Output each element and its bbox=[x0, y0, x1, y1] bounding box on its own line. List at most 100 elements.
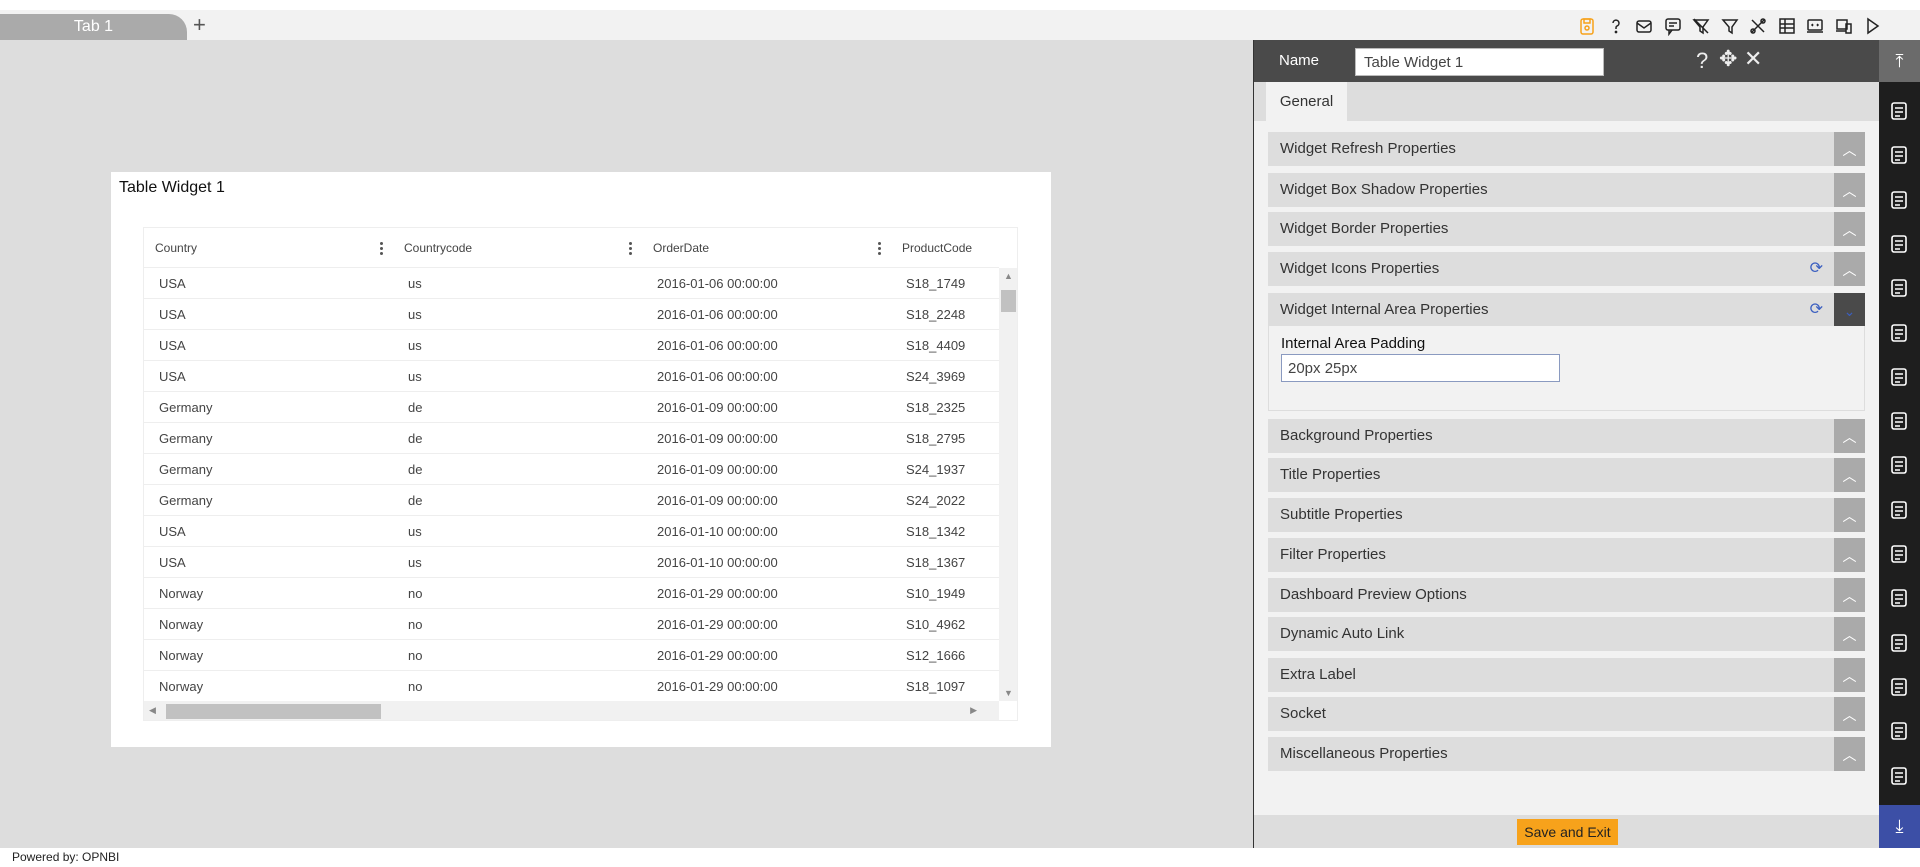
table-row[interactable]: USA us 2016-01-10 00:00:00 S18_1342 bbox=[144, 516, 999, 547]
table-cell: 2016-01-29 00:00:00 bbox=[657, 648, 778, 663]
reset-icon[interactable]: ⟳ bbox=[1810, 293, 1823, 327]
section-background-properties[interactable]: Background Properties ︿ bbox=[1268, 419, 1865, 453]
table-widget-icon[interactable] bbox=[1887, 99, 1911, 123]
section-title-properties[interactable]: Title Properties ︿ bbox=[1268, 458, 1865, 492]
table-row[interactable]: Germany de 2016-01-09 00:00:00 S24_1937 bbox=[144, 454, 999, 485]
column-header[interactable]: OrderDate bbox=[653, 228, 709, 268]
section-dashboard-preview-options[interactable]: Dashboard Preview Options ︿ bbox=[1268, 578, 1865, 612]
section-label: Widget Border Properties bbox=[1280, 220, 1449, 237]
copy-icon[interactable] bbox=[1887, 586, 1911, 610]
braces-icon[interactable] bbox=[1887, 321, 1911, 345]
section-extra-label[interactable]: Extra Label ︿ bbox=[1268, 658, 1865, 692]
table-row[interactable]: Norway no 2016-01-29 00:00:00 S18_1097 bbox=[144, 671, 999, 702]
chevron-up-icon[interactable]: ︿ bbox=[1834, 132, 1865, 166]
table-row[interactable]: USA us 2016-01-06 00:00:00 S18_1749 bbox=[144, 268, 999, 299]
scroll-top-icon[interactable]: ⤒ bbox=[1879, 40, 1920, 82]
table-icon[interactable] bbox=[1774, 14, 1800, 38]
widget-name-input[interactable] bbox=[1355, 48, 1604, 76]
save-doc-icon[interactable] bbox=[1887, 719, 1911, 743]
column-menu-icon[interactable] bbox=[878, 241, 882, 255]
play-icon[interactable] bbox=[1859, 14, 1885, 38]
vertical-scrollbar[interactable]: ▲ ▼ bbox=[999, 268, 1017, 701]
devices-icon[interactable] bbox=[1831, 14, 1857, 38]
close-icon[interactable]: ✕ bbox=[1744, 46, 1762, 72]
tools-icon[interactable] bbox=[1745, 14, 1771, 38]
chevron-up-icon[interactable]: ︿ bbox=[1834, 737, 1865, 771]
move-icon[interactable]: ✥ bbox=[1719, 46, 1737, 72]
clear-filter-icon[interactable] bbox=[1688, 14, 1714, 38]
table-widget[interactable]: Table Widget 1 Country Countrycode OrderDa… bbox=[111, 172, 1051, 747]
reset-icon[interactable]: ⟳ bbox=[1810, 252, 1823, 286]
rx-icon[interactable] bbox=[1887, 675, 1911, 699]
horizontal-scroll-thumb[interactable] bbox=[166, 704, 381, 719]
scroll-right-icon[interactable]: ▶ bbox=[970, 705, 977, 716]
vertical-scroll-thumb[interactable] bbox=[1001, 290, 1016, 312]
section-widget-box-shadow-properties[interactable]: Widget Box Shadow Properties ︿ bbox=[1268, 173, 1865, 207]
chevron-up-icon[interactable]: ︿ bbox=[1834, 252, 1865, 286]
mail-icon[interactable] bbox=[1631, 14, 1657, 38]
column-menu-icon[interactable] bbox=[629, 241, 633, 255]
section-dynamic-auto-link[interactable]: Dynamic Auto Link ︿ bbox=[1268, 617, 1865, 651]
scroll-left-icon[interactable]: ◀ bbox=[149, 705, 156, 716]
chevron-up-icon[interactable]: ︿ bbox=[1834, 658, 1865, 692]
tab-1[interactable]: Tab 1 bbox=[0, 14, 187, 40]
document-icon[interactable] bbox=[1887, 276, 1911, 300]
chevron-up-icon[interactable]: ︿ bbox=[1834, 173, 1865, 207]
section-widget-icons-properties[interactable]: Widget Icons Properties ⟳ ︿ bbox=[1268, 252, 1865, 286]
section-subtitle-properties[interactable]: Subtitle Properties ︿ bbox=[1268, 498, 1865, 532]
column-menu-icon[interactable] bbox=[380, 241, 384, 255]
section-widget-internal-area-properties[interactable]: Widget Internal Area Properties ⟳ ⌄ bbox=[1268, 293, 1865, 327]
help-icon[interactable] bbox=[1603, 14, 1629, 38]
line-chart-icon[interactable] bbox=[1887, 143, 1911, 167]
chevron-up-icon[interactable]: ︿ bbox=[1834, 458, 1865, 492]
comment-icon[interactable] bbox=[1660, 14, 1686, 38]
cubes-icon[interactable] bbox=[1887, 631, 1911, 655]
embed-icon[interactable] bbox=[1802, 14, 1828, 38]
column-header[interactable]: Countrycode bbox=[404, 228, 472, 268]
internal-area-padding-input[interactable] bbox=[1281, 354, 1560, 382]
map-icon[interactable] bbox=[1887, 188, 1911, 212]
filter-icon[interactable] bbox=[1717, 14, 1743, 38]
chevron-up-icon[interactable]: ︿ bbox=[1834, 212, 1865, 246]
download-icon[interactable]: ⤓ bbox=[1879, 805, 1920, 848]
table-row[interactable]: USA us 2016-01-06 00:00:00 S18_4409 bbox=[144, 330, 999, 361]
table-row[interactable]: Norway no 2016-01-29 00:00:00 S12_1666 bbox=[144, 640, 999, 671]
table-row[interactable]: USA us 2016-01-10 00:00:00 S18_1367 bbox=[144, 547, 999, 578]
pivot-icon[interactable] bbox=[1887, 409, 1911, 433]
horizontal-scrollbar[interactable]: ◀ ▶ bbox=[144, 701, 999, 720]
column-header[interactable]: Country bbox=[155, 228, 197, 268]
layers-icon[interactable] bbox=[1887, 764, 1911, 788]
tab-general[interactable]: General bbox=[1266, 82, 1347, 121]
chevron-up-icon[interactable]: ︿ bbox=[1834, 617, 1865, 651]
scroll-down-icon[interactable]: ▼ bbox=[1004, 688, 1013, 698]
scroll-up-icon[interactable]: ▲ bbox=[1004, 271, 1013, 281]
add-tab-button[interactable]: + bbox=[193, 12, 206, 38]
section-widget-border-properties[interactable]: Widget Border Properties ︿ bbox=[1268, 212, 1865, 246]
tree-icon[interactable] bbox=[1887, 498, 1911, 522]
section-filter-properties[interactable]: Filter Properties ︿ bbox=[1268, 538, 1865, 572]
calculator-doc-icon[interactable] bbox=[1887, 453, 1911, 477]
chevron-up-icon[interactable]: ︿ bbox=[1834, 538, 1865, 572]
section-widget-refresh-properties[interactable]: Widget Refresh Properties ︿ bbox=[1268, 132, 1865, 166]
chevron-down-icon[interactable]: ⌄ bbox=[1834, 293, 1865, 327]
chevron-up-icon[interactable]: ︿ bbox=[1834, 419, 1865, 453]
table-row[interactable]: Norway no 2016-01-29 00:00:00 S10_4962 bbox=[144, 609, 999, 640]
save-icon[interactable] bbox=[1574, 14, 1600, 38]
help-icon[interactable]: ? bbox=[1696, 48, 1708, 74]
bar-chart-icon[interactable] bbox=[1887, 542, 1911, 566]
section-socket[interactable]: Socket ︿ bbox=[1268, 697, 1865, 731]
chevron-up-icon[interactable]: ︿ bbox=[1834, 578, 1865, 612]
table-row[interactable]: Germany de 2016-01-09 00:00:00 S24_2022 bbox=[144, 485, 999, 516]
table-row[interactable]: Germany de 2016-01-09 00:00:00 S18_2795 bbox=[144, 423, 999, 454]
column-header[interactable]: ProductCode bbox=[902, 228, 972, 268]
save-and-exit-button[interactable]: Save and Exit bbox=[1517, 819, 1618, 845]
image-icon[interactable] bbox=[1887, 365, 1911, 389]
table-row[interactable]: USA us 2016-01-06 00:00:00 S18_2248 bbox=[144, 299, 999, 330]
table-row[interactable]: Norway no 2016-01-29 00:00:00 S10_1949 bbox=[144, 578, 999, 609]
table-row[interactable]: Germany de 2016-01-09 00:00:00 S18_2325 bbox=[144, 392, 999, 423]
chevron-up-icon[interactable]: ︿ bbox=[1834, 697, 1865, 731]
table-row[interactable]: USA us 2016-01-06 00:00:00 S24_3969 bbox=[144, 361, 999, 392]
chevron-up-icon[interactable]: ︿ bbox=[1834, 498, 1865, 532]
report-icon[interactable] bbox=[1887, 232, 1911, 256]
section-miscellaneous-properties[interactable]: Miscellaneous Properties ︿ bbox=[1268, 737, 1865, 771]
